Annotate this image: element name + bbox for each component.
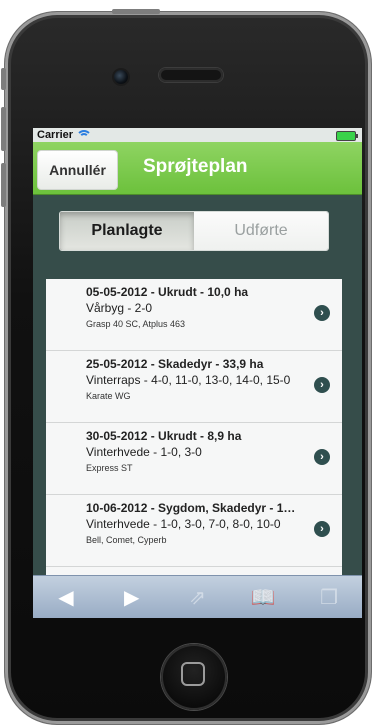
plan-products: Bell, Comet, Cyperb [86,535,167,545]
cancel-button[interactable]: Annullér [37,150,118,190]
mute-switch [1,68,6,90]
tabs-icon[interactable]: ❐ [314,583,344,613]
list-item[interactable]: 30-05-2012 - Ukrudt - 8,9 ha Vinterhvede… [46,423,342,495]
plan-crop: Vinterraps - 4-0, 11-0, 13-0, 14-0, 15-0 [86,373,291,387]
wifi-icon [76,130,93,140]
plan-products: Express ST [86,463,133,473]
volume-up-button [1,107,6,151]
list-item[interactable]: 10-06-2012 - Sygdom, Skadedyr - 13,... V… [46,495,342,567]
plan-title: 10-06-2012 - Sygdom, Skadedyr - 13,... [86,501,302,515]
segmented-control: Planlagte Udførte [59,211,329,251]
plan-products: Grasp 40 SC, Atplus 463 [86,319,186,329]
home-square-icon [181,662,205,686]
plan-products: Karate WG [86,391,131,401]
carrier-label: Carrier [37,129,74,141]
tab-planlagte[interactable]: Planlagte [60,212,194,250]
plan-title: 30-05-2012 - Ukrudt - 8,9 ha [86,429,242,443]
disclosure-arrow-icon[interactable]: › [314,305,330,321]
plan-crop: Vårbyg - 2-0 [86,301,153,315]
tab-udforte[interactable]: Udførte [194,212,328,250]
screen: Carrier Annullér Sprøjteplan Planlagte U… [33,128,362,618]
volume-down-button [1,163,6,207]
disclosure-arrow-icon[interactable]: › [314,377,330,393]
disclosure-arrow-icon[interactable]: › [314,449,330,465]
spray-plan-list: 05-05-2012 - Ukrudt - 10,0 ha Vårbyg - 2… [46,279,342,575]
sleep-button [112,9,160,14]
bookmarks-icon[interactable]: 📖 [248,583,278,613]
plan-title: 25-05-2012 - Skadedyr - 33,9 ha [86,357,264,371]
share-icon[interactable]: ⇗ [182,583,212,613]
list-item[interactable]: 25-05-2012 - Skadedyr - 33,9 ha Vinterra… [46,351,342,423]
status-bar: Carrier [33,128,362,142]
nav-bar: Annullér Sprøjteplan [33,142,362,195]
battery-icon [336,131,358,141]
disclosure-arrow-icon[interactable]: › [314,521,330,537]
forward-arrow-icon[interactable]: ▶ [117,583,147,613]
speaker-grille [159,68,223,82]
plan-crop: Vinterhvede - 1-0, 3-0, 7-0, 8-0, 10-0 [86,517,281,531]
plan-title: 05-05-2012 - Ukrudt - 10,0 ha [86,285,249,299]
plan-crop: Vinterhvede - 1-0, 3-0 [86,445,202,459]
browser-toolbar: ◀ ▶ ⇗ 📖 ❐ [33,575,362,618]
back-arrow-icon[interactable]: ◀ [51,583,81,613]
page-title: Sprøjteplan [143,156,248,177]
camera-icon [114,70,128,84]
list-item[interactable]: 05-05-2012 - Ukrudt - 10,0 ha Vårbyg - 2… [46,279,342,351]
